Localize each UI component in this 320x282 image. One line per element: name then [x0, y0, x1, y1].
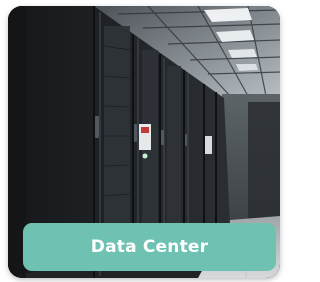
data-center-card[interactable]: Data Center	[8, 6, 280, 278]
data-center-label-button[interactable]: Data Center	[23, 223, 276, 271]
